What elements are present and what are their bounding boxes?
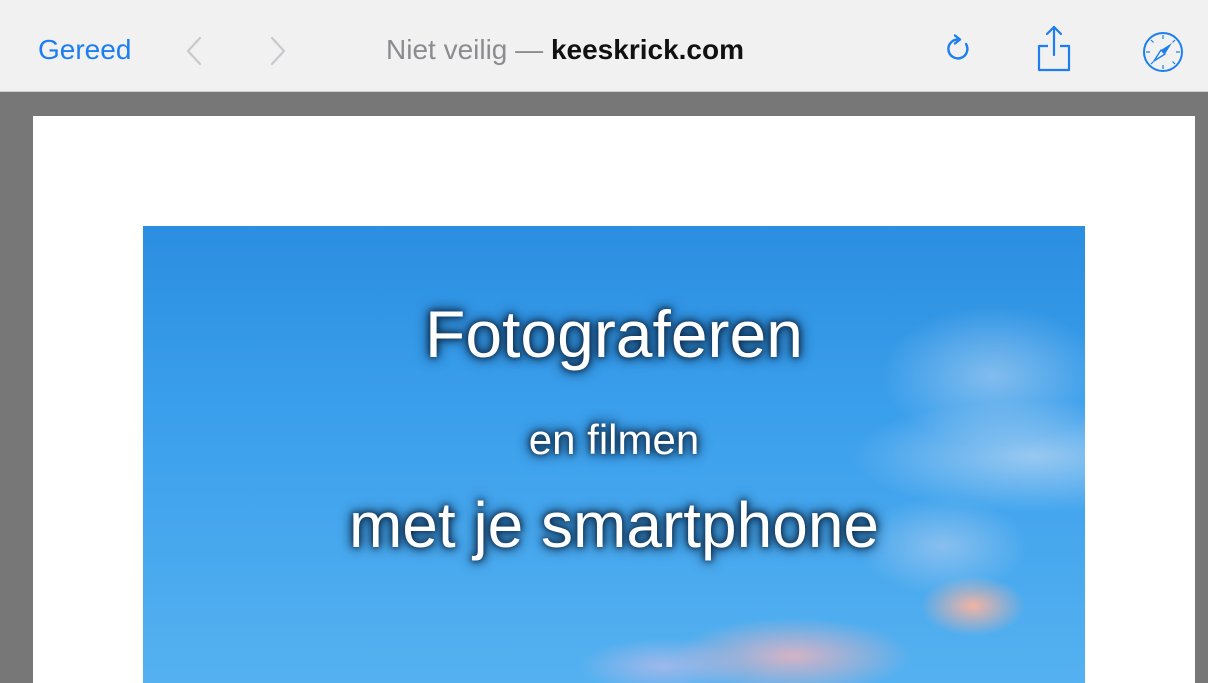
compass-icon — [1143, 32, 1183, 72]
back-button[interactable] — [182, 34, 206, 68]
chevron-right-icon — [270, 36, 286, 66]
security-label: Niet veilig — [386, 34, 508, 65]
document-page[interactable]: Fotograferen en filmen met je smartphone — [33, 116, 1195, 683]
share-button[interactable] — [1034, 24, 1074, 79]
reload-icon — [947, 34, 969, 60]
address-bar[interactable]: Niet veilig — keeskrick.com — [386, 34, 744, 66]
banner-subtitle: en filmen — [528, 416, 700, 463]
banner-image: Fotograferen en filmen met je smartphone — [143, 226, 1085, 683]
banner-title: Fotograferen — [425, 297, 803, 371]
chevron-left-icon — [186, 36, 202, 66]
safari-button[interactable] — [1141, 30, 1185, 79]
forward-button[interactable] — [266, 34, 290, 68]
done-button[interactable]: Gereed — [38, 34, 131, 66]
reload-button[interactable] — [942, 32, 976, 71]
banner-tagline: met je smartphone — [348, 489, 880, 561]
address-separator: — — [515, 34, 544, 65]
share-icon — [1037, 25, 1071, 72]
browser-toolbar: Gereed Niet veilig — keeskrick.com — [0, 0, 1208, 92]
address-domain: keeskrick.com — [550, 34, 744, 65]
